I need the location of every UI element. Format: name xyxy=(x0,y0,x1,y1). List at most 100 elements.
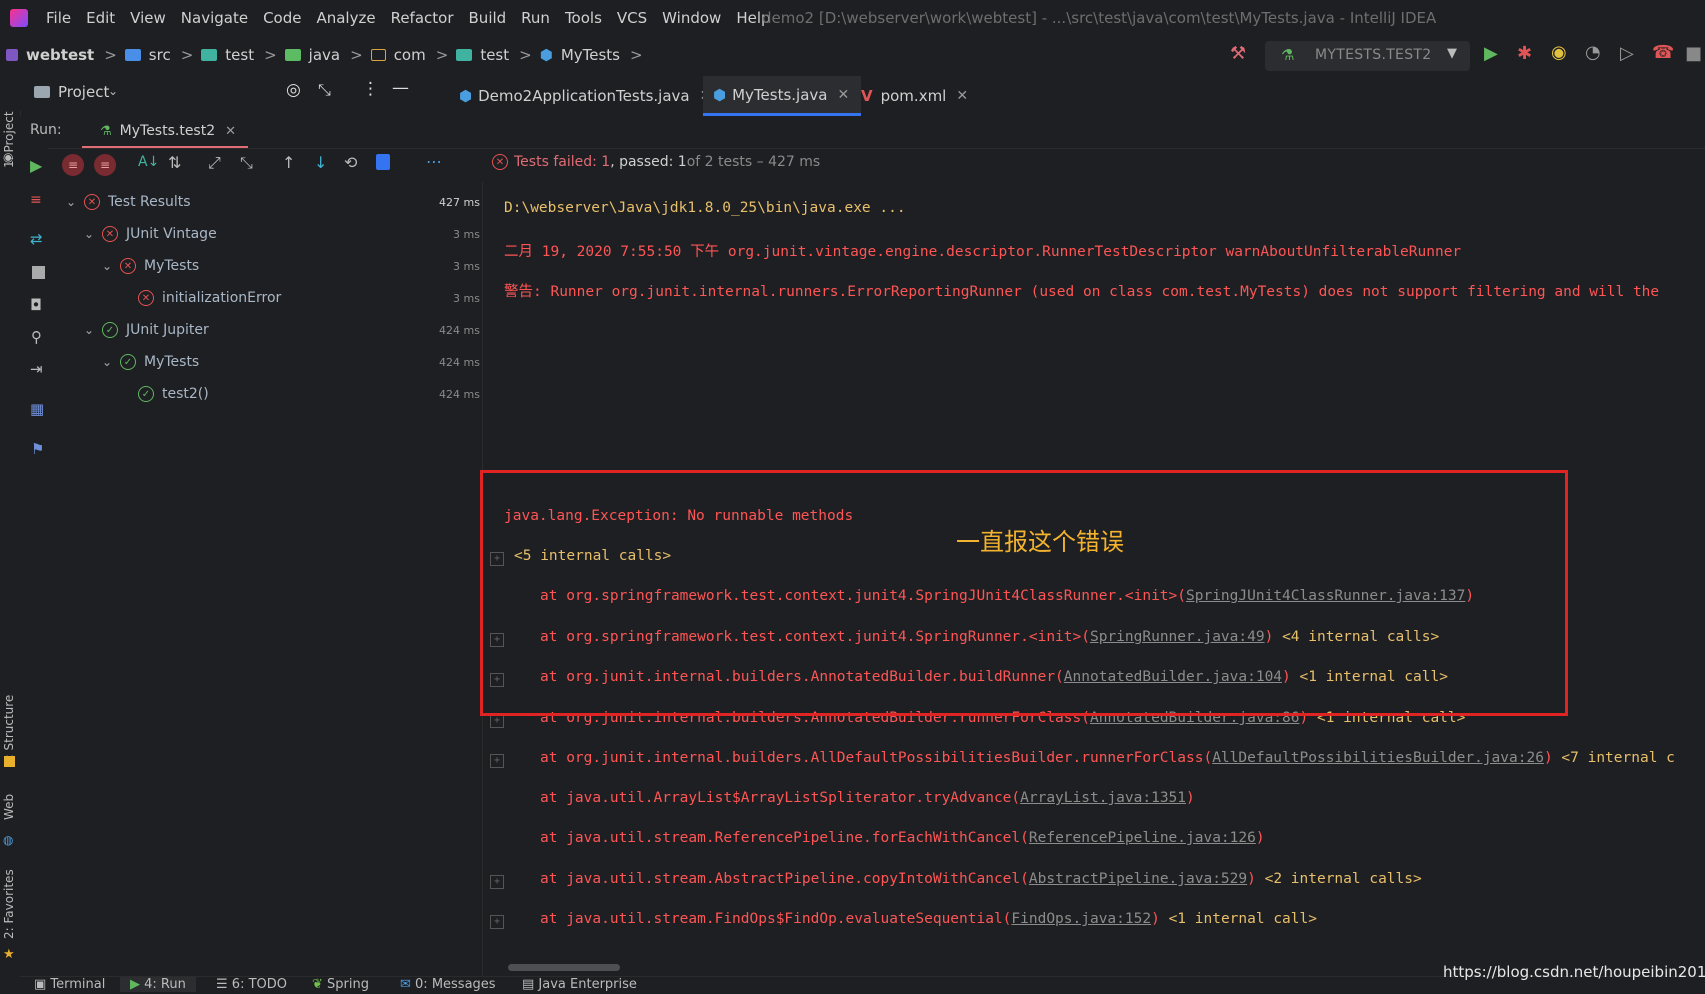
show-ignored-icon[interactable]: ≡ xyxy=(94,154,116,176)
breadcrumb-java[interactable]: java > xyxy=(284,46,371,64)
chevron-down-icon[interactable]: ⌄ xyxy=(66,195,84,209)
bottom-tab-todo[interactable]: ☰ 6: TODO xyxy=(216,977,287,992)
next-failed-icon[interactable]: ↓ xyxy=(314,153,327,172)
tab-demo2applicationtests[interactable]: ⬢ Demo2ApplicationTests.java ✕ xyxy=(459,76,711,116)
more-options-icon[interactable]: ⋯ xyxy=(426,152,442,171)
expand-all-icon[interactable]: ⤢ xyxy=(208,153,221,173)
sort-alphabetically-icon[interactable]: A↓ xyxy=(138,154,159,170)
breadcrumb-com[interactable]: com > xyxy=(370,46,457,64)
stack-frame-link[interactable]: ReferencePipeline.java:126 xyxy=(1029,830,1256,846)
dump-threads-icon[interactable]: ◘ xyxy=(30,296,42,314)
run-configuration-select[interactable]: ⚗ MYTESTS.TEST2 ▼ xyxy=(1265,41,1470,71)
build-hammer-icon[interactable]: ⚒ xyxy=(1230,43,1246,64)
test-history-icon[interactable]: ⟲ xyxy=(344,153,357,172)
tab-pom-xml[interactable]: V pom.xml ✕ xyxy=(861,76,968,116)
pass-status-icon: ✓ xyxy=(102,322,118,338)
debug-icon[interactable]: ✱ xyxy=(1517,43,1532,64)
run-concurrent-icon[interactable]: ▷ xyxy=(1620,43,1634,64)
menu-code[interactable]: Code xyxy=(263,9,301,27)
stack-frame-link[interactable]: AbstractPipeline.java:529 xyxy=(1029,871,1247,887)
menu-vcs[interactable]: VCS xyxy=(617,9,647,27)
close-icon[interactable]: ✕ xyxy=(956,88,968,104)
run-icon[interactable]: ▶ xyxy=(1484,43,1498,64)
menu-build[interactable]: Build xyxy=(469,9,507,27)
stack-frame-internal-calls[interactable]: <2 internal calls> xyxy=(1265,871,1422,887)
breadcrumb-test-package[interactable]: test > xyxy=(456,46,539,64)
sort-by-duration-icon[interactable]: ⇅ xyxy=(168,153,181,172)
chevron-down-icon[interactable]: ⌄ xyxy=(84,227,102,241)
menu-window[interactable]: Window xyxy=(662,9,721,27)
rerun-icon[interactable]: ▶ xyxy=(30,156,42,175)
favorites-tool-tab[interactable]: 2: Favorites xyxy=(2,869,16,939)
coverage-icon[interactable]: ◉ xyxy=(1551,42,1567,63)
export-results-icon[interactable] xyxy=(376,154,390,170)
bottom-tab-terminal[interactable]: ▣ Terminal xyxy=(34,977,105,992)
exit-icon[interactable]: ⇥ xyxy=(30,360,43,378)
tree-row-test2[interactable]: ✓ test2() 424 ms xyxy=(58,378,482,410)
tab-mytests[interactable]: ⬢ MyTests.java ✕ xyxy=(703,76,862,116)
stack-frame-link[interactable]: ArrayList.java:1351 xyxy=(1020,790,1186,806)
menu-file[interactable]: File xyxy=(46,9,71,27)
show-passed-icon[interactable]: ≡ xyxy=(62,154,84,176)
breadcrumb-test[interactable]: test > xyxy=(201,46,284,64)
tree-row-test-results[interactable]: ⌄ ✕ Test Results 427 ms xyxy=(58,186,482,218)
tree-row-mytests-jupiter[interactable]: ⌄ ✓ MyTests 424 ms xyxy=(58,346,482,378)
tree-row-mytests-vintage[interactable]: ⌄ ✕ MyTests 3 ms xyxy=(58,250,482,282)
bottom-tab-run[interactable]: ▶ 4: Run xyxy=(120,977,196,992)
tree-row-junit-jupiter[interactable]: ⌄ ✓ JUnit Jupiter 424 ms xyxy=(58,314,482,346)
test-tree-toolbar: ≡ ≡ A↓ ⇅ ⤢ ⤡ ↑ ↓ ⟲ ⋯ xyxy=(58,148,478,182)
fold-expand-icon[interactable]: + xyxy=(490,875,504,889)
collapse-all-icon[interactable]: ⤡ xyxy=(318,80,331,100)
stack-frame-link[interactable]: AllDefaultPossibilitiesBuilder.java:26 xyxy=(1212,750,1544,766)
locate-target-icon[interactable]: ◎ xyxy=(286,80,301,100)
breadcrumb-mytests[interactable]: ⬢ MyTests > xyxy=(540,46,651,64)
menu-view[interactable]: View xyxy=(130,9,166,27)
web-tool-tab[interactable]: Web xyxy=(2,794,16,820)
tree-item-label: Test Results xyxy=(108,194,191,210)
collapse-all-icon[interactable]: ⤡ xyxy=(240,153,253,173)
menu-analyze[interactable]: Analyze xyxy=(316,9,375,27)
menu-tools[interactable]: Tools xyxy=(565,9,602,27)
fold-expand-icon[interactable]: + xyxy=(490,714,504,728)
chevron-down-icon[interactable]: ⌄ xyxy=(102,259,120,273)
stack-frame-internal-calls[interactable]: <1 internal call> xyxy=(1169,911,1317,927)
intellij-logo-icon xyxy=(10,9,28,27)
bottom-tab-spring[interactable]: ❦ Spring xyxy=(312,977,369,992)
stop-icon[interactable] xyxy=(32,266,45,279)
breadcrumb-webtest[interactable]: webtest > xyxy=(6,46,125,64)
toggle-auto-test-icon[interactable]: ⇄ xyxy=(30,230,43,248)
menu-navigate[interactable]: Navigate xyxy=(181,9,248,27)
bottom-tab-java-enterprise[interactable]: ▤ Java Enterprise xyxy=(522,977,637,992)
close-icon[interactable]: ✕ xyxy=(837,87,849,103)
project-view-select[interactable]: Project xyxy=(58,83,109,101)
chevron-down-icon[interactable]: ⌄ xyxy=(102,355,120,369)
chevron-down-icon[interactable]: ⌄ xyxy=(108,84,118,98)
breadcrumb-src[interactable]: src > xyxy=(124,46,201,64)
rerun-failed-icon[interactable]: ≡ xyxy=(30,192,42,208)
stack-frame-internal-calls[interactable]: <7 internal c xyxy=(1561,750,1675,766)
layout-icon[interactable]: ▦ xyxy=(30,400,44,418)
chevron-down-icon[interactable]: ⌄ xyxy=(84,323,102,337)
horizontal-scrollbar[interactable] xyxy=(508,964,620,971)
run-tab-mytests-test2[interactable]: ⚗ MyTests.test2 ✕ xyxy=(82,116,249,148)
tree-row-junit-vintage[interactable]: ⌄ ✕ JUnit Vintage 3 ms xyxy=(58,218,482,250)
stop-icon[interactable]: ■ xyxy=(1685,43,1702,64)
previous-failed-icon[interactable]: ↑ xyxy=(282,153,295,172)
fold-expand-icon[interactable]: + xyxy=(490,754,504,768)
menu-refactor[interactable]: Refactor xyxy=(391,9,454,27)
attach-debugger-icon[interactable]: ☎ xyxy=(1652,42,1674,63)
fold-expand-icon[interactable]: + xyxy=(490,915,504,929)
pin-icon[interactable]: ⚑ xyxy=(31,440,44,458)
profiler-icon[interactable]: ◔ xyxy=(1585,42,1601,63)
menu-run[interactable]: Run xyxy=(521,9,550,27)
close-icon[interactable]: ✕ xyxy=(225,124,236,139)
tree-row-initialization-error[interactable]: ✕ initializationError 3 ms xyxy=(58,282,482,314)
more-options-icon[interactable]: ⋮ xyxy=(362,79,379,99)
bottom-tab-messages[interactable]: ✉ 0: Messages xyxy=(400,977,496,992)
plug-icon[interactable]: ⚲ xyxy=(31,328,42,346)
hide-panel-icon[interactable]: — xyxy=(392,78,409,98)
tab-label: MyTests.java xyxy=(732,85,828,104)
stack-frame-link[interactable]: FindOps.java:152 xyxy=(1011,911,1151,927)
menu-edit[interactable]: Edit xyxy=(86,9,115,27)
maven-icon: V xyxy=(861,87,873,105)
